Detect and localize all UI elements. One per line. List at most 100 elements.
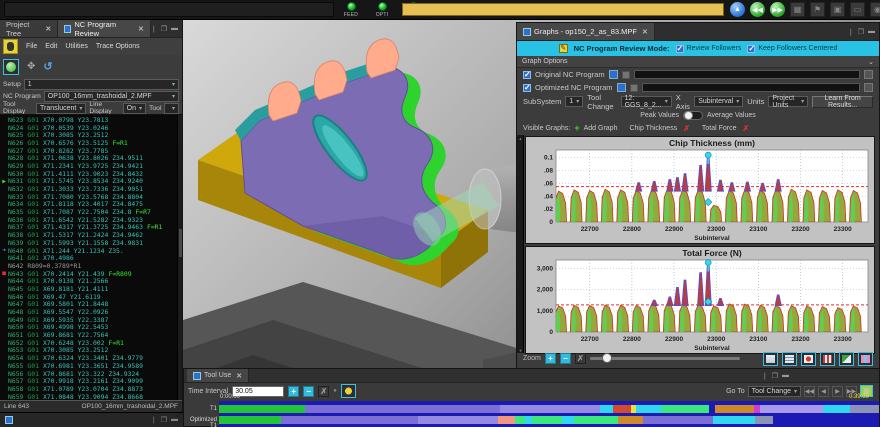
pin-icon[interactable]: ❘ (151, 25, 157, 33)
x-axis-dropdown[interactable]: Subinterval▾ (694, 96, 743, 107)
nc-line[interactable]: N634G01X71.8118 Y23.4017 Z34.8475 (0, 201, 182, 209)
optimized-nc-checkbox[interactable] (523, 84, 531, 92)
grid-icon[interactable]: ▦ (790, 2, 805, 17)
table-view-button[interactable] (782, 352, 797, 366)
nc-line[interactable]: N642R809=0.3789*R1 (0, 262, 182, 270)
float-icon[interactable]: ❐ (772, 372, 778, 380)
pin-icon[interactable]: ❘ (762, 372, 768, 380)
limit-graph-button[interactable] (820, 352, 835, 366)
nc-line[interactable]: N635G01X71.7087 Y22.7504 Z34.8F=R7 (0, 208, 182, 216)
nc-line[interactable]: N659G01X71.0848 Y23.9094 Z34.8668 (0, 393, 182, 400)
nc-line[interactable]: N633G01X71.7080 Y23.5768 Z34.8804 (0, 193, 182, 201)
nc-line[interactable]: N639G01X71.5993 Y21.1558 Z34.9831 (0, 239, 182, 247)
remove-graph1-icon[interactable]: ✗ (683, 124, 690, 133)
browse-icon[interactable] (864, 70, 873, 79)
close-icon[interactable]: ✕ (642, 28, 648, 36)
line-display-dropdown[interactable]: On▾ (123, 103, 146, 114)
subsystem-dropdown[interactable]: 1▾ (565, 96, 583, 107)
minimize-icon[interactable]: ▬ (171, 416, 178, 424)
area-graph-button[interactable] (839, 352, 854, 366)
nc-line[interactable]: N624G01X70.0539 Y23.0246 (0, 124, 182, 132)
zoom-reset-button[interactable]: ✗ (575, 353, 586, 364)
nc-line[interactable]: N638G01X71.5317 Y21.2424 Z34.9462 (0, 231, 182, 239)
review-followers-checkbox[interactable]: Review Followers (676, 45, 742, 53)
list-icon[interactable] (609, 70, 618, 79)
menu-trace-options[interactable]: Trace Options (96, 43, 140, 50)
add-graph-icon[interactable]: + (574, 123, 579, 133)
nc-line[interactable]: N636G01X71.6542 Y21.5282 Z34.9323 (0, 216, 182, 224)
flag-icon[interactable]: ⚑ (810, 2, 825, 17)
nc-line[interactable]: N629G01X71.2341 Y23.9725 Z34.9421 (0, 162, 182, 170)
record-icon[interactable]: ◉ (870, 2, 880, 17)
original-nc-field[interactable] (634, 70, 860, 79)
nc-line[interactable]: N623G01X70.0798 Y23.7813 (0, 116, 182, 124)
units-dropdown[interactable]: Project Units▾ (768, 96, 808, 107)
nc-line[interactable]: ➜N640G01X71.244 Y21.1234 Z35. (0, 247, 182, 255)
nc-line[interactable]: N656G01X70.8681 Y23.322 Z34.9324 (0, 370, 182, 378)
tool-change-dropdown[interactable]: 12: GGS_8_2...▾ (621, 96, 672, 107)
nc-line[interactable]: N653G01X70.3085 Y23.2512 (0, 347, 182, 355)
clock-icon-button[interactable] (341, 384, 356, 398)
next-button[interactable]: ▶ (832, 386, 843, 397)
nc-line[interactable]: N627G01X70.8282 Y23.7785 (0, 147, 182, 155)
nc-line[interactable]: N644G01X70.0138 Y21.2566 (0, 277, 182, 285)
tool-dropdown[interactable]: ▾ (164, 103, 179, 114)
optimized-nc-field[interactable] (642, 83, 860, 92)
original-nc-checkbox[interactable] (523, 71, 531, 79)
nc-line[interactable]: N641G01X70.4986 (0, 254, 182, 262)
close-icon[interactable]: ✕ (138, 25, 144, 33)
tab-tool-use[interactable]: Tool Use✕ (187, 369, 249, 382)
tool-use-timeline[interactable] (219, 401, 879, 427)
charts-scrollbar[interactable] (517, 135, 524, 353)
interval-reset-button[interactable]: ✗ (318, 386, 329, 397)
peak-average-toggle[interactable] (683, 111, 703, 120)
float-icon[interactable]: ❐ (858, 28, 864, 36)
zoom-slider[interactable] (590, 357, 740, 360)
bar-graph-button[interactable] (858, 352, 873, 366)
close-icon[interactable]: ✕ (236, 372, 242, 380)
nc-line[interactable]: N625G01X70.3085 Y23.2512 (0, 131, 182, 139)
menu-edit[interactable]: Edit (45, 43, 57, 50)
nc-line[interactable]: N652G01X70.6248 Y23.002F=R1 (0, 339, 182, 347)
float-icon[interactable]: ❐ (161, 25, 167, 33)
nc-line[interactable]: N646G01X69.47 Y21.6119 (0, 293, 182, 301)
graph-options-header[interactable]: Graph Options⌄ (517, 56, 879, 68)
zoom-out-button[interactable]: − (560, 353, 571, 364)
point-graph-button[interactable] (801, 352, 816, 366)
menu-utilities[interactable]: Utilities (65, 43, 88, 50)
export-image-button[interactable] (763, 352, 778, 366)
interval-decrease-button[interactable]: − (303, 386, 314, 397)
add-graph-label[interactable]: Add Graph (584, 125, 618, 132)
nc-line[interactable]: N658G01X71.0789 Y23.0704 Z34.8873 (0, 385, 182, 393)
move-icon[interactable]: ✥ (27, 61, 35, 72)
apply-button[interactable] (3, 59, 19, 75)
nc-line[interactable]: N647G01X69.5801 Y21.8448 (0, 301, 182, 309)
interval-increase-button[interactable]: + (288, 386, 299, 397)
nc-line[interactable]: ■N643G01X70.2414 Y21.439F=R809 (0, 270, 182, 278)
nc-line[interactable]: N650G01X69.4998 Y22.5453 (0, 324, 182, 332)
nc-line[interactable]: N655G01X70.6981 Y23.3651 Z34.9589 (0, 362, 182, 370)
nc-line[interactable]: N626G01X70.6576 Y23.5125F=R1 (0, 139, 182, 147)
tab-graphs[interactable]: Graphs - op150_2_as_83.MPF✕ (517, 23, 655, 40)
first-button[interactable]: ◀◀ (804, 386, 815, 397)
nc-line[interactable]: N651G01X69.8681 Y22.7564 (0, 331, 182, 339)
learn-from-results-button[interactable]: Learn From Results... (812, 96, 873, 108)
nc-program-dropdown[interactable]: OP100_16mm_trashoidal_2.MPF▾ (44, 91, 179, 102)
nc-code-listing[interactable]: N623G01X70.0798 Y23.7813N624G01X70.0539 … (0, 114, 182, 400)
setup-dropdown[interactable]: 1▾ (24, 79, 179, 90)
goto-dropdown[interactable]: Tool Change▾ (748, 386, 801, 397)
minimize-icon[interactable]: ▬ (868, 28, 875, 36)
timeline-row-optimized[interactable] (219, 416, 879, 424)
prev-button[interactable]: ◀ (818, 386, 829, 397)
tab-project-tree[interactable]: Project Tree✕ (0, 20, 58, 37)
nc-scrollbar[interactable] (177, 115, 182, 400)
pin-icon[interactable]: ❘ (151, 416, 157, 424)
nc-line[interactable]: N648G01X69.5547 Y22.0926 (0, 308, 182, 316)
menu-file[interactable]: File (26, 43, 37, 50)
stop-icon[interactable]: ▣ (830, 2, 845, 17)
nc-line[interactable]: N632G01X71.3033 Y23.7336 Z34.9051 (0, 185, 182, 193)
mouse-mode-icon[interactable] (3, 39, 18, 54)
nc-line[interactable]: N628G01X71.0638 Y23.8026 Z34.9511 (0, 154, 182, 162)
tool-display-dropdown[interactable]: Translucent▾ (36, 103, 86, 114)
timeline-row-original[interactable] (219, 405, 879, 413)
